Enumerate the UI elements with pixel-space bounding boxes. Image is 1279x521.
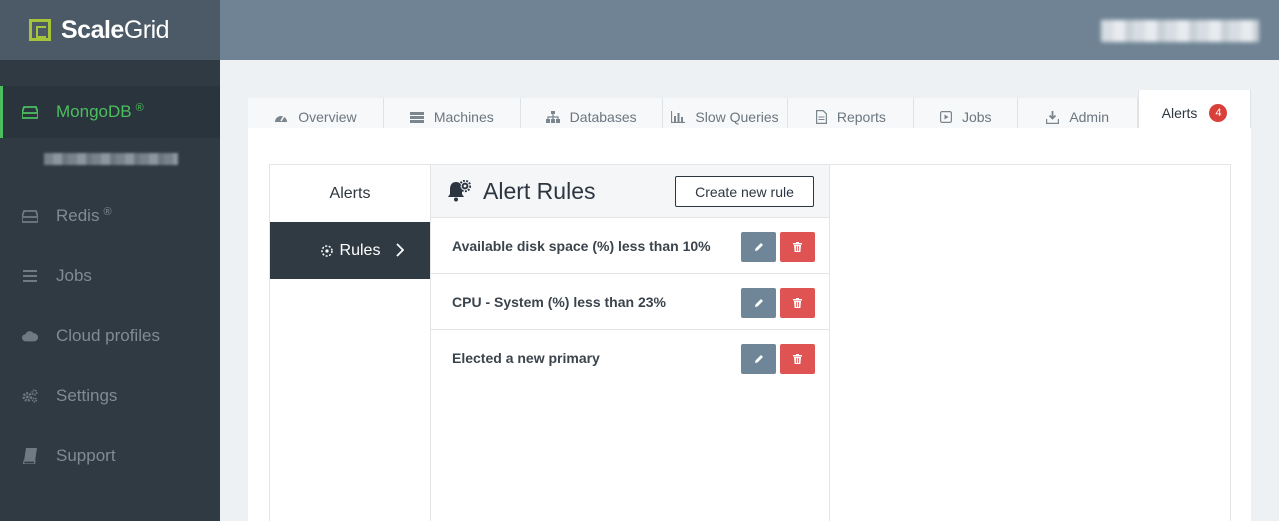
tab-label: Overview (298, 109, 357, 125)
database-icon (22, 208, 38, 224)
pencil-icon (754, 299, 763, 307)
sidebar-item-label: Redis (56, 206, 100, 225)
alerts-side-menu: Alerts Rules (270, 165, 431, 521)
logo-bar: ScaleGrid (0, 0, 220, 60)
top-bar (220, 0, 1279, 60)
pencil-icon (754, 355, 763, 363)
sidebar-item-mongodb[interactable]: MongoDB ® (0, 86, 220, 138)
menu-item-rules[interactable]: Rules (270, 222, 430, 279)
panel-title: Alert Rules (483, 177, 596, 204)
tab-content: Alerts Rules Alert Rules Create new rule… (248, 128, 1251, 521)
sidebar-item-redis[interactable]: Redis ® (0, 190, 220, 242)
delete-rule-button[interactable] (780, 288, 815, 318)
rule-row: Elected a new primary (431, 330, 829, 386)
book-icon (22, 448, 38, 464)
sidebar-item-label: MongoDB (56, 102, 132, 121)
rule-text: CPU - System (%) less than 23% (452, 293, 666, 310)
rule-row: CPU - System (%) less than 23% (431, 274, 829, 330)
cloud-icon (22, 328, 38, 344)
edit-rule-button[interactable] (741, 344, 776, 374)
alerts-count-badge: 4 (1209, 104, 1228, 122)
edit-rule-button[interactable] (741, 232, 776, 262)
document-icon (815, 110, 827, 124)
tab-label: Alerts (1161, 105, 1198, 121)
play-square-icon (939, 111, 952, 123)
rule-text: Available disk space (%) less than 10% (452, 237, 711, 254)
download-icon (1046, 110, 1060, 124)
user-menu-redacted[interactable] (1101, 20, 1259, 42)
alerts-container: Alerts Rules Alert Rules Create new rule… (269, 164, 1231, 521)
sidebar-item-jobs[interactable]: Jobs (0, 250, 220, 302)
pencil-icon (754, 243, 763, 251)
list-icon (22, 268, 38, 284)
bell-gear-icon (447, 180, 471, 202)
delete-rule-button[interactable] (780, 232, 815, 262)
sidebar-item-label: Jobs (56, 266, 92, 285)
tab-label: Jobs (961, 109, 992, 125)
sidebar: ScaleGrid MongoDB ® Redis ® Jobs Cloud pro… (0, 0, 220, 521)
bar-chart-icon (671, 111, 686, 123)
sidebar-item-label: Support (56, 446, 116, 465)
chevron-right-icon (396, 243, 405, 262)
menu-item-label: Rules (339, 241, 381, 259)
alert-rules-header: Alert Rules Create new rule (431, 165, 829, 218)
sidebar-item-label: Cloud profiles (56, 326, 160, 345)
trash-icon (793, 354, 802, 364)
cluster-tabs: Overview Machines Databases Slow Queries… (248, 90, 1251, 136)
sidebar-item-settings[interactable]: Settings (0, 370, 220, 422)
registered-mark: ® (135, 102, 144, 114)
sitemap-icon (545, 111, 560, 123)
create-new-rule-button[interactable]: Create new rule (675, 176, 814, 207)
menu-item-alerts[interactable]: Alerts (270, 165, 430, 222)
server-icon (409, 111, 424, 123)
scalegrid-logo-icon (29, 19, 51, 41)
gears-icon (22, 388, 38, 404)
alert-rules-panel: Alert Rules Create new rule Available di… (431, 165, 830, 521)
sidebar-item-cloud-profiles[interactable]: Cloud profiles (0, 310, 220, 362)
tab-label: Slow Queries (695, 109, 779, 125)
rules-gear-icon (320, 244, 334, 258)
brand-name-bold: Scale (61, 15, 124, 44)
rule-text: Elected a new primary (452, 350, 600, 366)
brand-name-light: Grid (123, 15, 170, 44)
menu-item-label: Alerts (329, 184, 371, 202)
tab-label: Admin (1069, 109, 1109, 125)
trash-icon (793, 298, 802, 308)
rule-row: Available disk space (%) less than 10% (431, 218, 829, 274)
tab-label: Databases (569, 109, 637, 125)
tab-label: Reports (836, 109, 886, 125)
tab-label: Machines (433, 109, 494, 125)
database-icon (22, 104, 38, 120)
brand-logo[interactable]: ScaleGrid (61, 15, 170, 45)
trash-icon (793, 242, 802, 252)
registered-mark: ® (103, 206, 112, 218)
delete-rule-button[interactable] (780, 344, 815, 374)
sidebar-item-support[interactable]: Support (0, 430, 220, 482)
edit-rule-button[interactable] (741, 288, 776, 318)
sidebar-item-label: Settings (56, 386, 118, 405)
instance-name-redacted (44, 153, 178, 165)
dashboard-icon (274, 111, 288, 123)
main-panel: Overview Machines Databases Slow Queries… (248, 90, 1251, 521)
